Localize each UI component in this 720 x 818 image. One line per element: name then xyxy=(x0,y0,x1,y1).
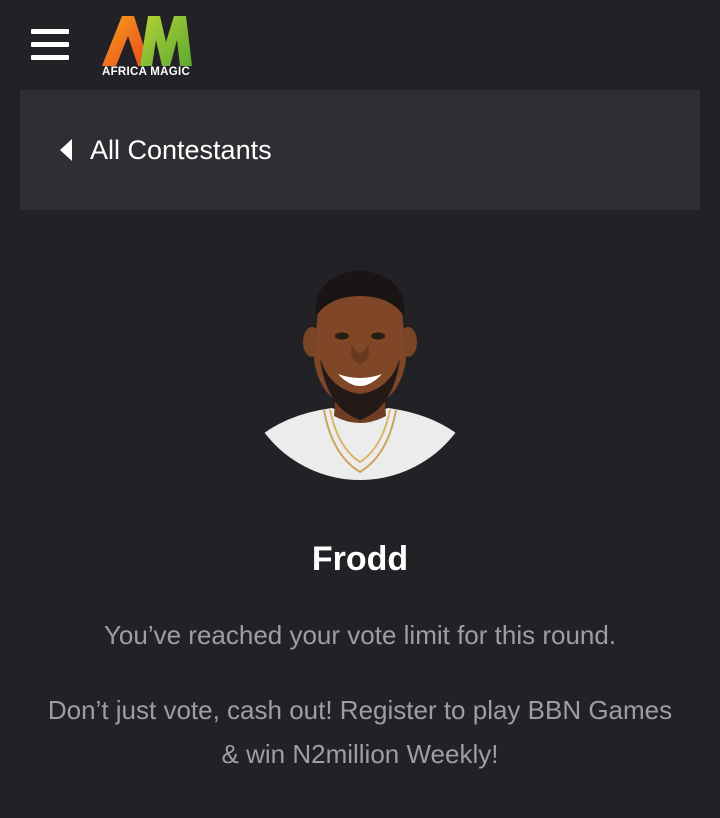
contestant-avatar xyxy=(240,240,480,480)
promo-message: Don’t just vote, cash out! Register to p… xyxy=(47,695,673,769)
navigation-bar: All Contestants xyxy=(20,90,700,210)
contestant-name: Frodd xyxy=(311,540,409,578)
back-link-label: All Contestants xyxy=(90,134,272,165)
top-bar: AFRICA MAGIC xyxy=(0,0,720,90)
caret-left-icon xyxy=(60,139,72,161)
hamburger-menu-icon[interactable] xyxy=(31,29,69,61)
contestant-photo xyxy=(240,240,480,480)
vote-limit-message: You’ve reached your vote limit for this … xyxy=(103,620,617,650)
logo-text: AFRICA MAGIC xyxy=(102,66,191,78)
africa-magic-logo[interactable]: AFRICA MAGIC xyxy=(100,14,194,80)
logo-mark-icon xyxy=(102,16,192,66)
all-contestants-link[interactable]: All Contestants xyxy=(60,132,272,168)
